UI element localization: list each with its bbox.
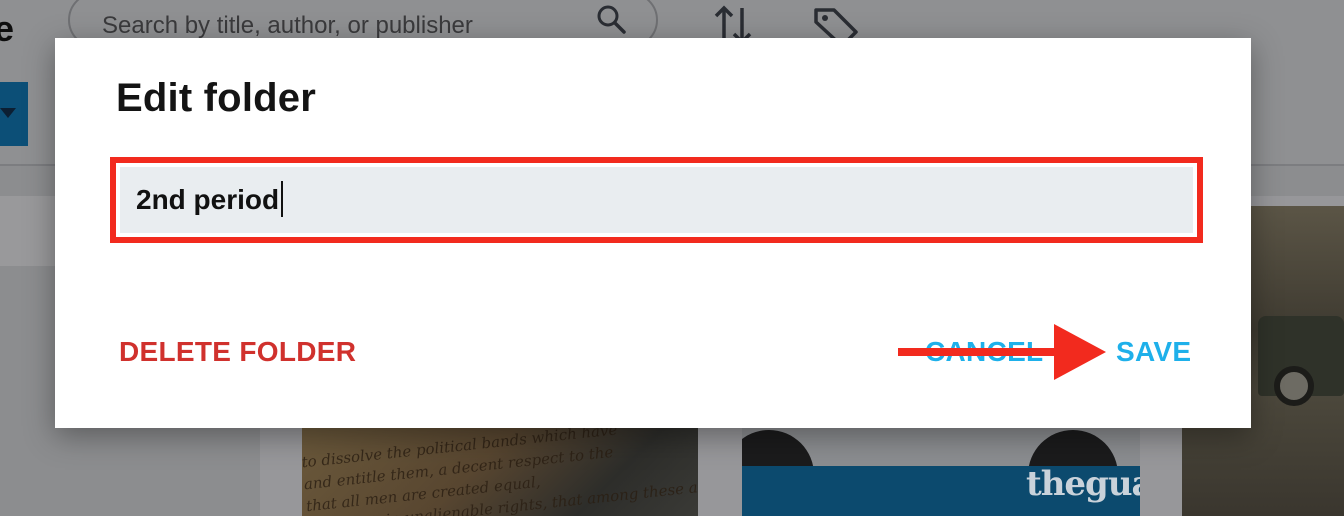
text-caret: [281, 180, 284, 217]
book-cover-card[interactable]: to dissolve the political bands which ha…: [302, 420, 698, 516]
folder-name-value: 2nd period: [136, 180, 284, 217]
save-button[interactable]: SAVE: [1116, 336, 1191, 368]
book-cover-card[interactable]: theguar: [742, 420, 1140, 516]
caret-down-icon[interactable]: [0, 82, 28, 146]
search-icon[interactable]: [596, 4, 626, 34]
dialog-title: Edit folder: [116, 76, 316, 120]
folder-name-input[interactable]: 2nd period: [120, 167, 1193, 233]
delete-folder-button[interactable]: DELETE FOLDER: [119, 336, 356, 368]
search-input[interactable]: Search by title, author, or publisher: [102, 12, 473, 40]
cover-image-wheel: [1274, 366, 1314, 406]
annotation-arrow-icon: [898, 324, 1106, 380]
cover-script-text: to dissolve the political bands which ha…: [302, 420, 698, 516]
cover-brand-text: theguar: [1026, 464, 1140, 504]
app-logo: e: [0, 8, 15, 49]
